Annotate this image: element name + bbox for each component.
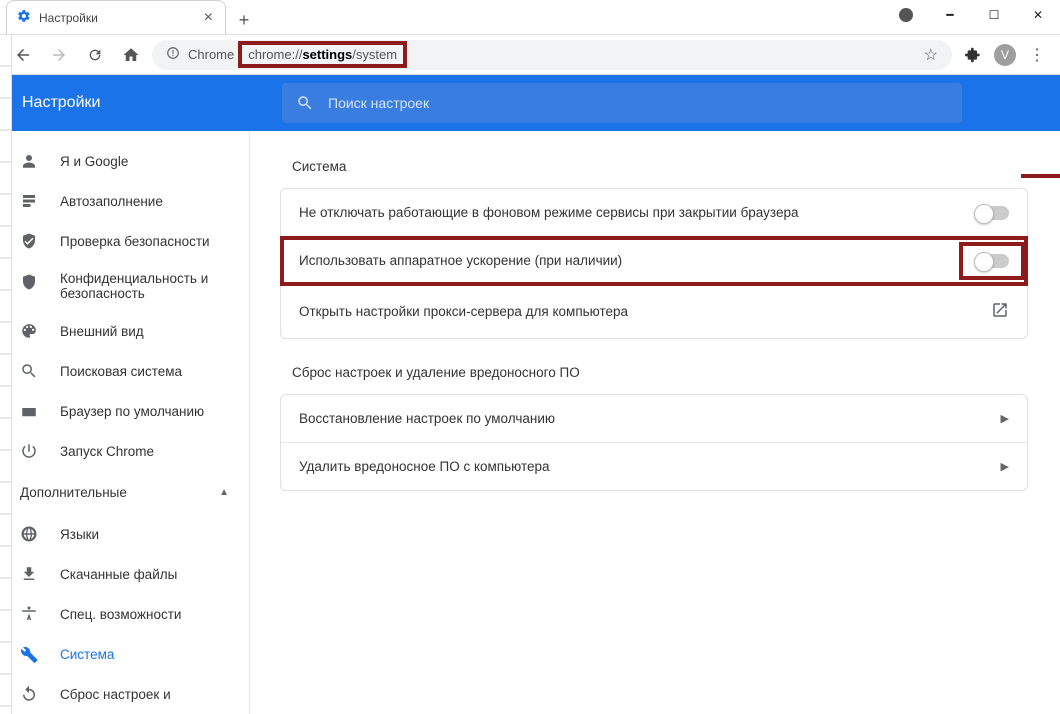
sidebar-item-languages[interactable]: Языки — [0, 514, 249, 554]
settings-sidebar: Я и Google Автозаполнение Проверка безоп… — [0, 131, 250, 714]
row-label: Открыть настройки прокси-сервера для ком… — [299, 304, 628, 319]
toggle-highlight — [963, 246, 1021, 276]
titlebar: Настройки × + ━ ☐ ✕ — [0, 0, 1060, 35]
sidebar-group-label: Дополнительные — [20, 485, 127, 500]
address-bar[interactable]: Chrome chrome://settings/system ☆ — [152, 40, 952, 70]
minimize-button[interactable]: ━ — [928, 0, 972, 30]
chevron-right-icon: ▶ — [1001, 460, 1009, 473]
sidebar-item-label: Запуск Chrome — [60, 444, 154, 459]
new-tab-button[interactable]: + — [230, 6, 258, 34]
chevron-right-icon: ▶ — [1001, 412, 1009, 425]
settings-header: Настройки Поиск настроек — [0, 75, 1060, 131]
reload-button[interactable] — [80, 40, 110, 70]
sidebar-item-label: Поисковая система — [60, 364, 182, 379]
search-icon — [296, 94, 314, 112]
row-background-apps[interactable]: Не отключать работающие в фоновом режиме… — [281, 189, 1027, 237]
sidebar-item-reset[interactable]: Сброс настроек и — [0, 674, 249, 714]
sidebar-item-default-browser[interactable]: Браузер по умолчанию — [0, 391, 249, 431]
forward-button[interactable] — [44, 40, 74, 70]
sidebar-item-label: Конфиденциальность и безопасность — [60, 271, 229, 301]
url-prefix: Chrome — [188, 47, 234, 62]
page-title: Настройки — [22, 94, 282, 112]
sidebar-group-advanced[interactable]: Дополнительные ▲ — [0, 471, 249, 514]
row-proxy-settings[interactable]: Открыть настройки прокси-сервера для ком… — [281, 285, 1027, 338]
sidebar-item-label: Я и Google — [60, 154, 128, 169]
settings-search[interactable]: Поиск настроек — [282, 83, 962, 123]
reset-card: Восстановление настроек по умолчанию ▶ У… — [280, 394, 1028, 491]
chevron-up-icon: ▲ — [219, 487, 229, 498]
search-placeholder: Поиск настроек — [328, 95, 429, 111]
browser-toolbar: Chrome chrome://settings/system ☆ V ⋮ — [0, 35, 1060, 75]
system-card: Не отключать работающие в фоновом режиме… — [280, 188, 1028, 339]
section-title-reset: Сброс настроек и удаление вредоносного П… — [292, 365, 1028, 380]
window-edge-hint — [0, 35, 12, 714]
sidebar-item-autofill[interactable]: Автозаполнение — [0, 181, 249, 221]
url-highlight: chrome://settings/system — [238, 41, 407, 68]
incognito-indicator-icon — [884, 0, 928, 30]
sidebar-item-label: Спец. возможности — [60, 607, 181, 622]
open-external-icon — [991, 301, 1009, 322]
close-tab-button[interactable]: × — [204, 9, 213, 27]
close-window-button[interactable]: ✕ — [1016, 0, 1060, 30]
row-restore-defaults[interactable]: Восстановление настроек по умолчанию ▶ — [281, 395, 1027, 443]
sidebar-item-safety[interactable]: Проверка безопасности — [0, 221, 249, 261]
maximize-button[interactable]: ☐ — [972, 0, 1016, 30]
sidebar-item-label: Проверка безопасности — [60, 234, 210, 249]
profile-avatar[interactable]: V — [994, 44, 1016, 66]
section-title-system: Система — [292, 159, 1028, 174]
browser-tab[interactable]: Настройки × — [6, 0, 226, 34]
home-button[interactable] — [116, 40, 146, 70]
sidebar-item-accessibility[interactable]: Спец. возможности — [0, 594, 249, 634]
toggle-background-apps[interactable] — [975, 206, 1009, 220]
row-label: Удалить вредоносное ПО с компьютера — [299, 459, 550, 474]
row-hardware-accel[interactable]: Использовать аппаратное ускорение (при н… — [281, 237, 1027, 285]
site-info-icon[interactable] — [166, 46, 180, 63]
sidebar-item-label: Автозаполнение — [60, 194, 163, 209]
sidebar-item-label: Система — [60, 647, 114, 662]
bookmark-star-icon[interactable]: ☆ — [924, 45, 938, 65]
sidebar-item-search[interactable]: Поисковая система — [0, 351, 249, 391]
menu-button[interactable]: ⋮ — [1022, 40, 1052, 70]
sidebar-item-appearance[interactable]: Внешний вид — [0, 311, 249, 351]
tab-title: Настройки — [39, 11, 98, 25]
back-button[interactable] — [8, 40, 38, 70]
gear-icon — [17, 9, 31, 26]
row-cleanup[interactable]: Удалить вредоносное ПО с компьютера ▶ — [281, 443, 1027, 490]
extensions-button[interactable] — [958, 40, 988, 70]
row-label: Не отключать работающие в фоновом режиме… — [299, 205, 798, 220]
sidebar-item-system[interactable]: Система — [0, 634, 249, 674]
sidebar-item-you-google[interactable]: Я и Google — [0, 141, 249, 181]
sidebar-item-label: Скачанные файлы — [60, 567, 177, 582]
toggle-hardware-accel[interactable] — [975, 254, 1009, 268]
sidebar-item-label: Внешний вид — [60, 324, 144, 339]
sidebar-item-privacy[interactable]: Конфиденциальность и безопасность — [0, 261, 249, 311]
sidebar-item-downloads[interactable]: Скачанные файлы — [0, 554, 249, 594]
settings-content: Система Не отключать работающие в фоново… — [250, 131, 1060, 714]
sidebar-item-label: Сброс настроек и — [60, 687, 171, 702]
sidebar-item-startup[interactable]: Запуск Chrome — [0, 431, 249, 471]
row-label: Восстановление настроек по умолчанию — [299, 411, 555, 426]
sidebar-item-label: Языки — [60, 527, 99, 542]
row-label: Использовать аппаратное ускорение (при н… — [299, 253, 622, 268]
url-text: chrome://settings/system — [248, 47, 397, 62]
sidebar-item-label: Браузер по умолчанию — [60, 404, 204, 419]
